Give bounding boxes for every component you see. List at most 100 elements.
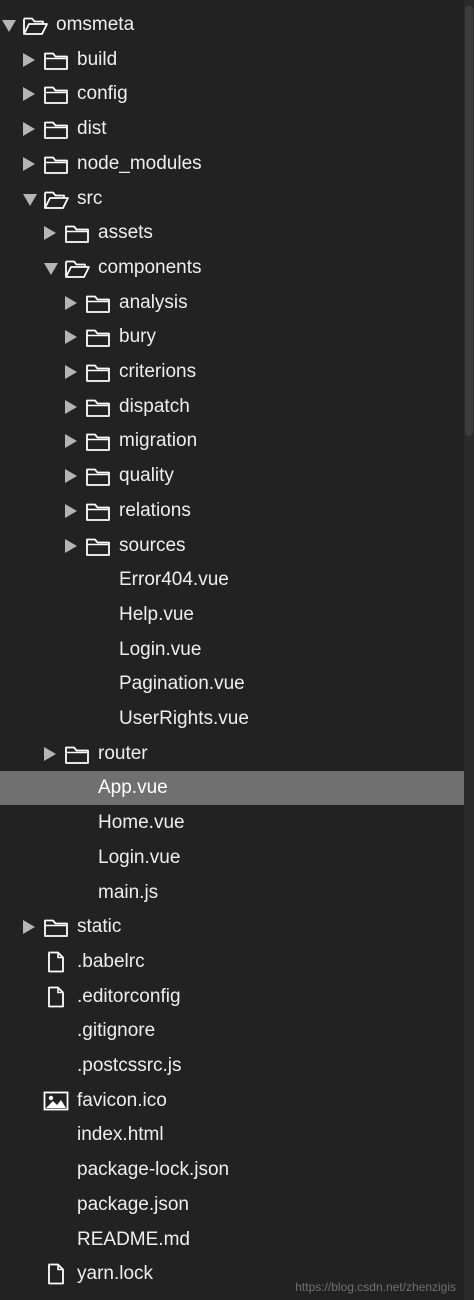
scrollbar-thumb[interactable] bbox=[465, 6, 473, 436]
disclosure-expanded-icon[interactable] bbox=[44, 262, 58, 275]
tree-folder-row[interactable]: components bbox=[0, 251, 464, 285]
tree-item-label: router bbox=[98, 742, 148, 764]
folder-icon bbox=[85, 500, 111, 522]
disclosure-collapsed-icon[interactable] bbox=[23, 920, 35, 935]
folder-icon bbox=[85, 396, 111, 418]
tree-file-row[interactable]: Login.vue bbox=[0, 841, 464, 875]
folder-icon bbox=[43, 153, 69, 175]
folder-icon bbox=[43, 118, 69, 140]
tree-file-row[interactable]: README.md bbox=[0, 1223, 464, 1257]
disclosure-collapsed-icon[interactable] bbox=[65, 503, 77, 518]
document-icon bbox=[43, 1263, 69, 1285]
tree-item-label: static bbox=[77, 916, 122, 938]
tree-item-label: .gitignore bbox=[77, 1020, 156, 1042]
tree-file-row[interactable]: UserRights.vue bbox=[0, 702, 464, 736]
folder-open-icon bbox=[43, 188, 69, 210]
disclosure-collapsed-icon[interactable] bbox=[65, 469, 77, 484]
tree-item-label: Help.vue bbox=[119, 603, 194, 625]
tree-item-label: favicon.ico bbox=[77, 1089, 167, 1111]
tree-folder-row[interactable]: relations bbox=[0, 494, 464, 528]
tree-item-label: quality bbox=[119, 465, 174, 487]
tree-folder-row[interactable]: node_modules bbox=[0, 147, 464, 181]
tree-folder-row[interactable]: dispatch bbox=[0, 390, 464, 424]
tree-file-row[interactable]: index.html bbox=[0, 1118, 464, 1152]
tree-folder-row[interactable]: criterions bbox=[0, 355, 464, 389]
tree-folder-row[interactable]: config bbox=[0, 77, 464, 111]
tree-item-label: Home.vue bbox=[98, 812, 185, 834]
tree-item-label: omsmeta bbox=[56, 14, 135, 35]
tree-folder-row[interactable]: assets bbox=[0, 216, 464, 250]
document-icon bbox=[43, 951, 69, 973]
disclosure-collapsed-icon[interactable] bbox=[65, 365, 77, 379]
folder-icon bbox=[85, 465, 111, 487]
folder-icon bbox=[64, 743, 90, 765]
tree-item-label: components bbox=[98, 256, 202, 278]
disclosure-collapsed-icon[interactable] bbox=[65, 538, 77, 553]
tree-item-label: criterions bbox=[119, 361, 197, 382]
tree-file-row[interactable]: Home.vue bbox=[0, 806, 464, 840]
tree-file-row[interactable]: favicon.ico bbox=[0, 1084, 464, 1118]
disclosure-collapsed-icon[interactable] bbox=[23, 122, 35, 137]
disclosure-collapsed-icon[interactable] bbox=[44, 226, 56, 241]
tree-item-label: UserRights.vue bbox=[119, 708, 249, 729]
image-icon bbox=[43, 1090, 69, 1112]
disclosure-collapsed-icon[interactable] bbox=[65, 330, 77, 345]
tree-item-label: assets bbox=[98, 222, 153, 244]
tree-file-row[interactable]: package-lock.json bbox=[0, 1153, 464, 1187]
tree-item-label: node_modules bbox=[77, 152, 202, 174]
tree-file-row[interactable]: package.json bbox=[0, 1188, 464, 1222]
tree-folder-row[interactable]: omsmeta bbox=[0, 8, 464, 42]
tree-file-row[interactable]: Error404.vue bbox=[0, 563, 464, 597]
tree-file-row[interactable]: main.js bbox=[0, 876, 464, 910]
file-tree: omsmeta build config dist node_modulessrc ass… bbox=[0, 0, 464, 1300]
tree-item-label: Login.vue bbox=[98, 846, 181, 868]
tree-folder-row[interactable]: migration bbox=[0, 424, 464, 458]
tree-item-label: sources bbox=[119, 534, 186, 556]
tree-folder-row[interactable]: bury bbox=[0, 320, 464, 354]
folder-open-icon bbox=[22, 14, 48, 36]
folder-icon bbox=[85, 361, 111, 383]
folder-icon bbox=[85, 292, 111, 314]
disclosure-collapsed-icon[interactable] bbox=[44, 746, 56, 761]
tree-folder-row[interactable]: dist bbox=[0, 112, 464, 146]
tree-item-label: Login.vue bbox=[119, 638, 202, 660]
tree-file-row[interactable]: .editorconfig bbox=[0, 980, 464, 1014]
watermark: https://blog.csdn.net/zhenzigis bbox=[295, 1280, 456, 1294]
tree-item-label: package-lock.json bbox=[77, 1159, 230, 1181]
tree-folder-row[interactable]: quality bbox=[0, 459, 464, 493]
tree-folder-row[interactable]: build bbox=[0, 43, 464, 77]
disclosure-expanded-icon[interactable] bbox=[2, 20, 16, 32]
disclosure-collapsed-icon[interactable] bbox=[23, 156, 35, 171]
tree-file-row[interactable]: Help.vue bbox=[0, 598, 464, 632]
tree-file-row[interactable]: .gitignore bbox=[0, 1014, 464, 1048]
tree-folder-row[interactable]: static bbox=[0, 910, 464, 944]
tree-file-row[interactable]: .postcssrc.js bbox=[0, 1049, 464, 1083]
tree-folder-row[interactable]: router bbox=[0, 737, 464, 771]
tree-item-label: config bbox=[77, 83, 128, 105]
disclosure-collapsed-icon[interactable] bbox=[23, 52, 35, 67]
tree-item-label: .editorconfig bbox=[77, 985, 181, 1007]
tree-item-label: dispatch bbox=[119, 395, 190, 417]
tree-folder-row[interactable]: src bbox=[0, 182, 464, 216]
folder-open-icon bbox=[64, 257, 90, 279]
folder-icon bbox=[43, 916, 69, 938]
folder-icon bbox=[85, 430, 111, 452]
tree-folder-row[interactable]: analysis bbox=[0, 286, 464, 320]
tree-file-row[interactable]: .babelrc bbox=[0, 945, 464, 979]
tree-file-row[interactable]: App.vue bbox=[0, 771, 464, 806]
folder-icon bbox=[85, 326, 111, 348]
document-icon bbox=[43, 986, 69, 1008]
disclosure-collapsed-icon[interactable] bbox=[65, 434, 77, 449]
disclosure-collapsed-icon[interactable] bbox=[65, 399, 77, 414]
disclosure-collapsed-icon[interactable] bbox=[23, 87, 35, 102]
disclosure-expanded-icon[interactable] bbox=[23, 193, 37, 206]
tree-item-label: dist bbox=[77, 118, 107, 140]
tree-folder-row[interactable]: sources bbox=[0, 529, 464, 563]
tree-item-label: Pagination.vue bbox=[119, 673, 245, 695]
disclosure-collapsed-icon[interactable] bbox=[65, 295, 77, 310]
tree-file-row[interactable]: Pagination.vue bbox=[0, 667, 464, 701]
tree-item-label: build bbox=[77, 48, 118, 70]
scrollbar[interactable] bbox=[464, 0, 474, 1300]
tree-file-row[interactable]: Login.vue bbox=[0, 633, 464, 667]
folder-icon bbox=[64, 222, 90, 244]
